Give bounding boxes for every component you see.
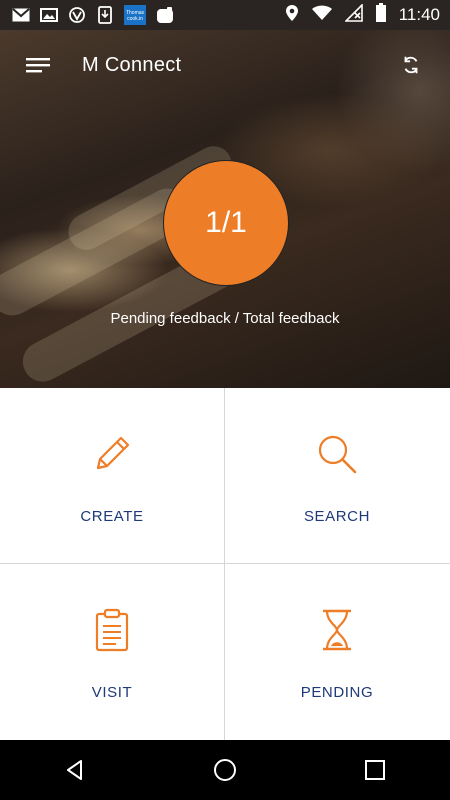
counter-caption: Pending feedback / Total feedback — [110, 310, 340, 327]
notification-icons: Thomas cook.in — [0, 5, 174, 25]
create-label: CREATE — [80, 508, 144, 525]
system-nav-bar — [0, 740, 450, 800]
pencil-icon — [88, 430, 136, 478]
hamburger-icon — [26, 58, 50, 73]
visit-label: VISIT — [91, 684, 133, 701]
no-sim-icon — [343, 2, 363, 27]
back-icon — [67, 760, 82, 780]
search-icon — [313, 430, 361, 478]
phone-download-icon — [96, 6, 114, 24]
app-title: M Connect — [82, 53, 182, 76]
photos-icon — [40, 7, 58, 23]
wifi-icon — [311, 5, 333, 26]
thomas-cook-icon: Thomas cook.in — [124, 5, 146, 25]
home-button[interactable] — [205, 750, 245, 790]
location-icon — [285, 4, 299, 27]
pending-label: PENDING — [300, 684, 374, 701]
menu-button[interactable] — [20, 47, 56, 83]
back-button[interactable] — [55, 750, 95, 790]
clipboard-icon — [88, 606, 136, 654]
search-tile[interactable]: SEARCH — [225, 388, 449, 563]
clock: 11:40 — [398, 5, 440, 24]
search-label: SEARCH — [303, 508, 371, 525]
feedback-counter: 1/1 — [163, 160, 289, 286]
hourglass-icon — [313, 606, 361, 654]
battery-icon — [375, 2, 387, 28]
visit-tile[interactable]: VISIT — [0, 564, 224, 739]
app-bar: M Connect — [0, 30, 450, 100]
grid-divider — [224, 388, 225, 740]
system-icons: 11:40 — [285, 2, 450, 28]
recents-icon — [365, 760, 385, 780]
hero-banner: M Connect 1/1 Pending feedback / Total f… — [0, 30, 450, 389]
refresh-button[interactable] — [396, 50, 426, 80]
grid-divider — [0, 563, 450, 564]
app-icon — [156, 7, 174, 23]
gmail-icon — [12, 7, 30, 23]
vpn-shield-icon — [68, 7, 86, 23]
status-bar: Thomas cook.in 11:40 — [0, 0, 450, 30]
create-tile[interactable]: CREATE — [0, 388, 224, 563]
recents-button[interactable] — [355, 750, 395, 790]
pending-tile[interactable]: PENDING — [225, 564, 449, 739]
svg-text:cook.in: cook.in — [127, 16, 143, 22]
refresh-icon — [404, 56, 418, 74]
action-grid: CREATE SEARCH VISIT PENDING — [0, 388, 450, 740]
home-icon — [214, 759, 236, 781]
